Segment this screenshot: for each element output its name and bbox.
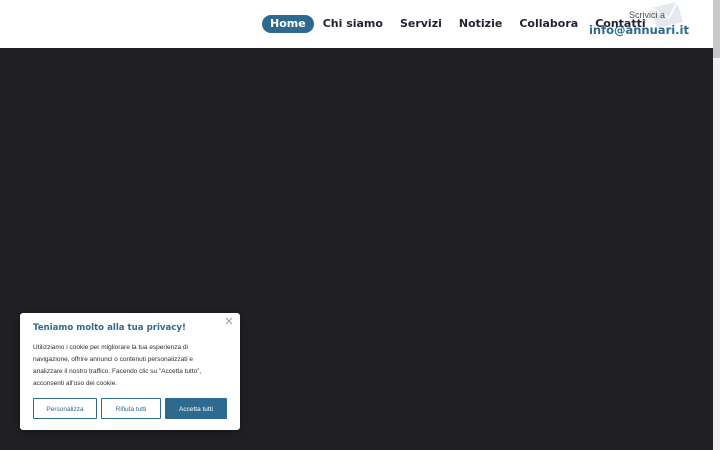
reject-all-button[interactable]: Rifiuta tutti <box>101 398 161 419</box>
contact-email-link[interactable]: info@annuari.it <box>589 23 689 37</box>
cookie-banner-text: Utilizziamo i cookie per migliorare la t… <box>33 344 202 387</box>
nav-item-notizie[interactable]: Notizie <box>451 15 510 33</box>
scrollbar-thumb[interactable] <box>713 0 720 58</box>
customize-button[interactable]: Personalizza <box>33 398 97 419</box>
site-header: Home Chi siamo Servizi Notizie Collabora… <box>0 0 713 48</box>
contact-label: Scrivici a <box>628 10 665 20</box>
cookie-banner-title: Teniamo molto alla tua privacy! <box>33 323 186 333</box>
scrollbar[interactable] <box>713 0 720 450</box>
nav-item-collabora[interactable]: Collabora <box>511 15 586 33</box>
cookie-consent-banner: Teniamo molto alla tua privacy! Utilizzi… <box>20 313 240 430</box>
nav-item-chi-siamo[interactable]: Chi siamo <box>315 15 391 33</box>
nav-item-home[interactable]: Home <box>262 15 314 33</box>
contact-block: Scrivici a info@annuari.it <box>589 1 689 40</box>
accept-all-button[interactable]: Accetta tutti <box>165 398 227 419</box>
close-icon[interactable] <box>224 316 234 326</box>
nav-item-servizi[interactable]: Servizi <box>392 15 450 33</box>
